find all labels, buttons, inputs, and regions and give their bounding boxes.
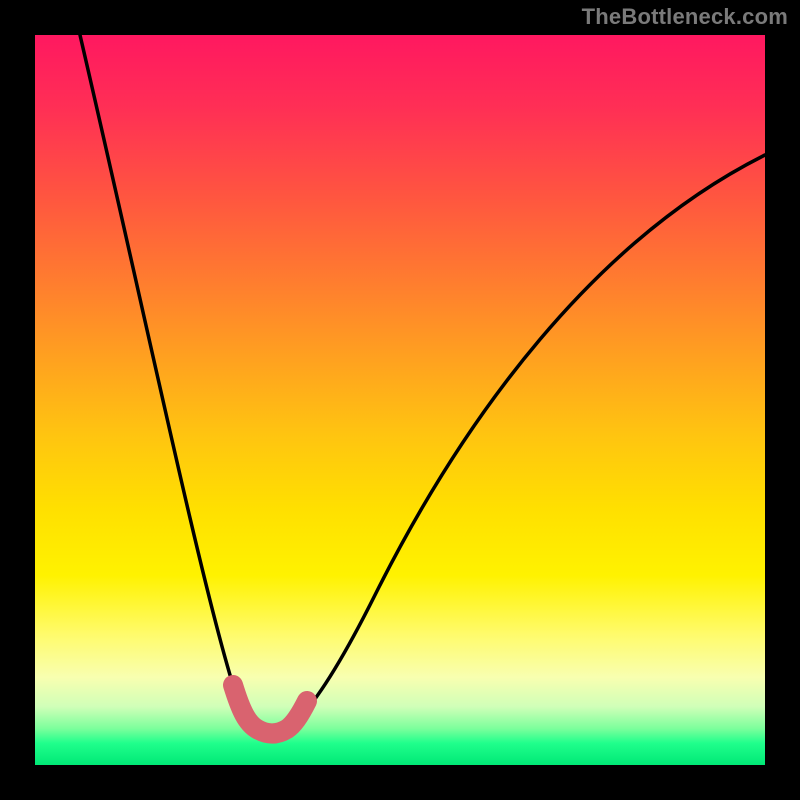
- chart-stage: TheBottleneck.com: [0, 0, 800, 800]
- watermark-text: TheBottleneck.com: [582, 6, 788, 28]
- bottleneck-curve: [80, 35, 765, 734]
- chart-plot-area: [35, 35, 765, 765]
- chart-curve-layer: [35, 35, 765, 765]
- optimal-zone-highlight: [233, 685, 307, 734]
